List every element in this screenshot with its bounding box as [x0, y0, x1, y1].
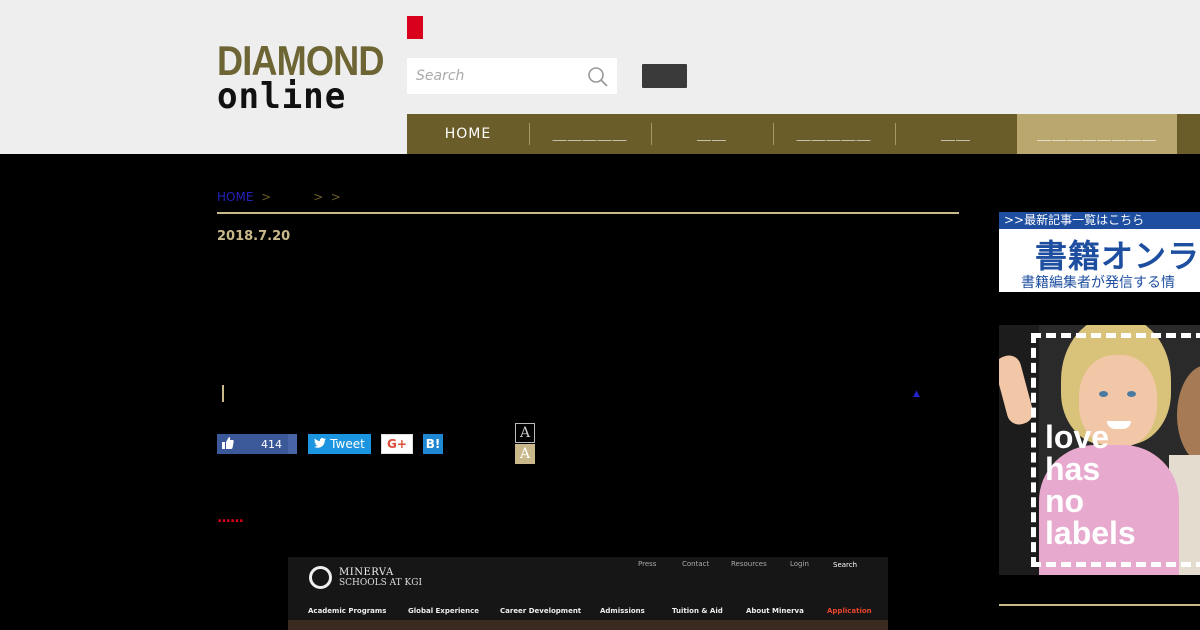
search-box [407, 58, 617, 94]
thumbs-up-icon [217, 436, 239, 452]
article-date: 2018.7.20 [217, 229, 291, 244]
font-size-large-button[interactable]: A [515, 444, 535, 464]
minerva-menu-item: Application [827, 607, 872, 615]
nav-item-2[interactable]: ＿＿＿＿＿ [529, 114, 651, 154]
tweet-label: Tweet [330, 437, 365, 451]
facebook-share-edge[interactable] [288, 434, 297, 454]
minerva-top-link: Resources [731, 560, 767, 568]
nav-item-6[interactable]: ＿＿＿＿＿＿＿＿ [1017, 114, 1177, 154]
breadcrumb: HOME > > > [217, 190, 341, 204]
expand-triangle-icon[interactable]: ▲ [913, 389, 920, 399]
minerva-logo-icon [309, 566, 332, 589]
minerva-top-link: Login [790, 560, 809, 568]
site-logo[interactable]: DIAMOND online [217, 37, 384, 117]
minerva-menu-item: About Minerva [746, 607, 804, 615]
sidebar-rule [999, 604, 1200, 606]
photo-ad[interactable]: love has no labels [999, 325, 1200, 575]
author-bar [222, 385, 224, 402]
minerva-brand-line2: SCHOOLS AT KGI [339, 578, 422, 588]
banner-strip: >>最新記事一覧はこちら [999, 212, 1200, 229]
books-online-banner[interactable]: >>最新記事一覧はこちら 書籍オンラ 書籍編集者が発信する情 [999, 212, 1200, 292]
site-header: DIAMOND online HOME ＿＿＿＿＿ ＿＿ ＿＿＿＿＿ ＿＿ ＿＿… [0, 0, 1200, 154]
minerva-menu-item: Tuition & Aid [672, 607, 723, 615]
share-bar: 414 Tweet G+ B! [217, 434, 443, 454]
minerva-menu-item: Academic Programs [308, 607, 387, 615]
logo-line1: DIAMOND [217, 37, 384, 84]
minerva-top-link: Press [638, 560, 657, 568]
login-button[interactable] [642, 64, 687, 88]
red-marker [407, 16, 423, 39]
minerva-menu-item: Global Experience [408, 607, 480, 615]
minerva-menu-item: Career Development [500, 607, 582, 615]
search-icon[interactable] [587, 66, 609, 88]
ad-slogan: love has no labels [1045, 419, 1136, 551]
banner-subtitle: 書籍編集者が発信する情 [1021, 275, 1175, 291]
font-size-small-button[interactable]: A [515, 423, 535, 443]
loading-dots: ...... [217, 510, 244, 526]
breadcrumb-sep: > > > [261, 190, 341, 204]
breadcrumb-home[interactable]: HOME [217, 190, 253, 204]
twitter-icon [314, 437, 327, 451]
banner-title: 書籍オンラ [1035, 237, 1200, 275]
like-count: 414 [261, 437, 282, 451]
nav-item-3[interactable]: ＿＿ [651, 114, 773, 154]
minerva-top-link: Contact [682, 560, 710, 568]
nav-item-4[interactable]: ＿＿＿＿＿ [773, 114, 895, 154]
main-nav: HOME ＿＿＿＿＿ ＿＿ ＿＿＿＿＿ ＿＿ ＿＿＿＿＿＿＿＿ [407, 114, 1200, 154]
minerva-photo-strip [288, 620, 888, 630]
tweet-button[interactable]: Tweet [308, 434, 371, 454]
hatena-bookmark-button[interactable]: B! [423, 434, 443, 454]
nav-item-5[interactable]: ＿＿ [895, 114, 1017, 154]
minerva-top-link: Search [833, 561, 858, 569]
article-image-minerva: MINERVA SCHOOLS AT KGI Press Contact Res… [288, 557, 888, 630]
google-plus-button[interactable]: G+ [381, 434, 413, 454]
nav-item-home[interactable]: HOME [407, 114, 529, 154]
logo-line2: online [217, 76, 347, 117]
minerva-menu-item: Admissions [600, 607, 645, 615]
minerva-brand-line1: MINERVA [339, 567, 394, 578]
title-rule [217, 212, 959, 214]
search-input[interactable] [407, 58, 577, 94]
facebook-like-button[interactable]: 414 [217, 434, 288, 454]
